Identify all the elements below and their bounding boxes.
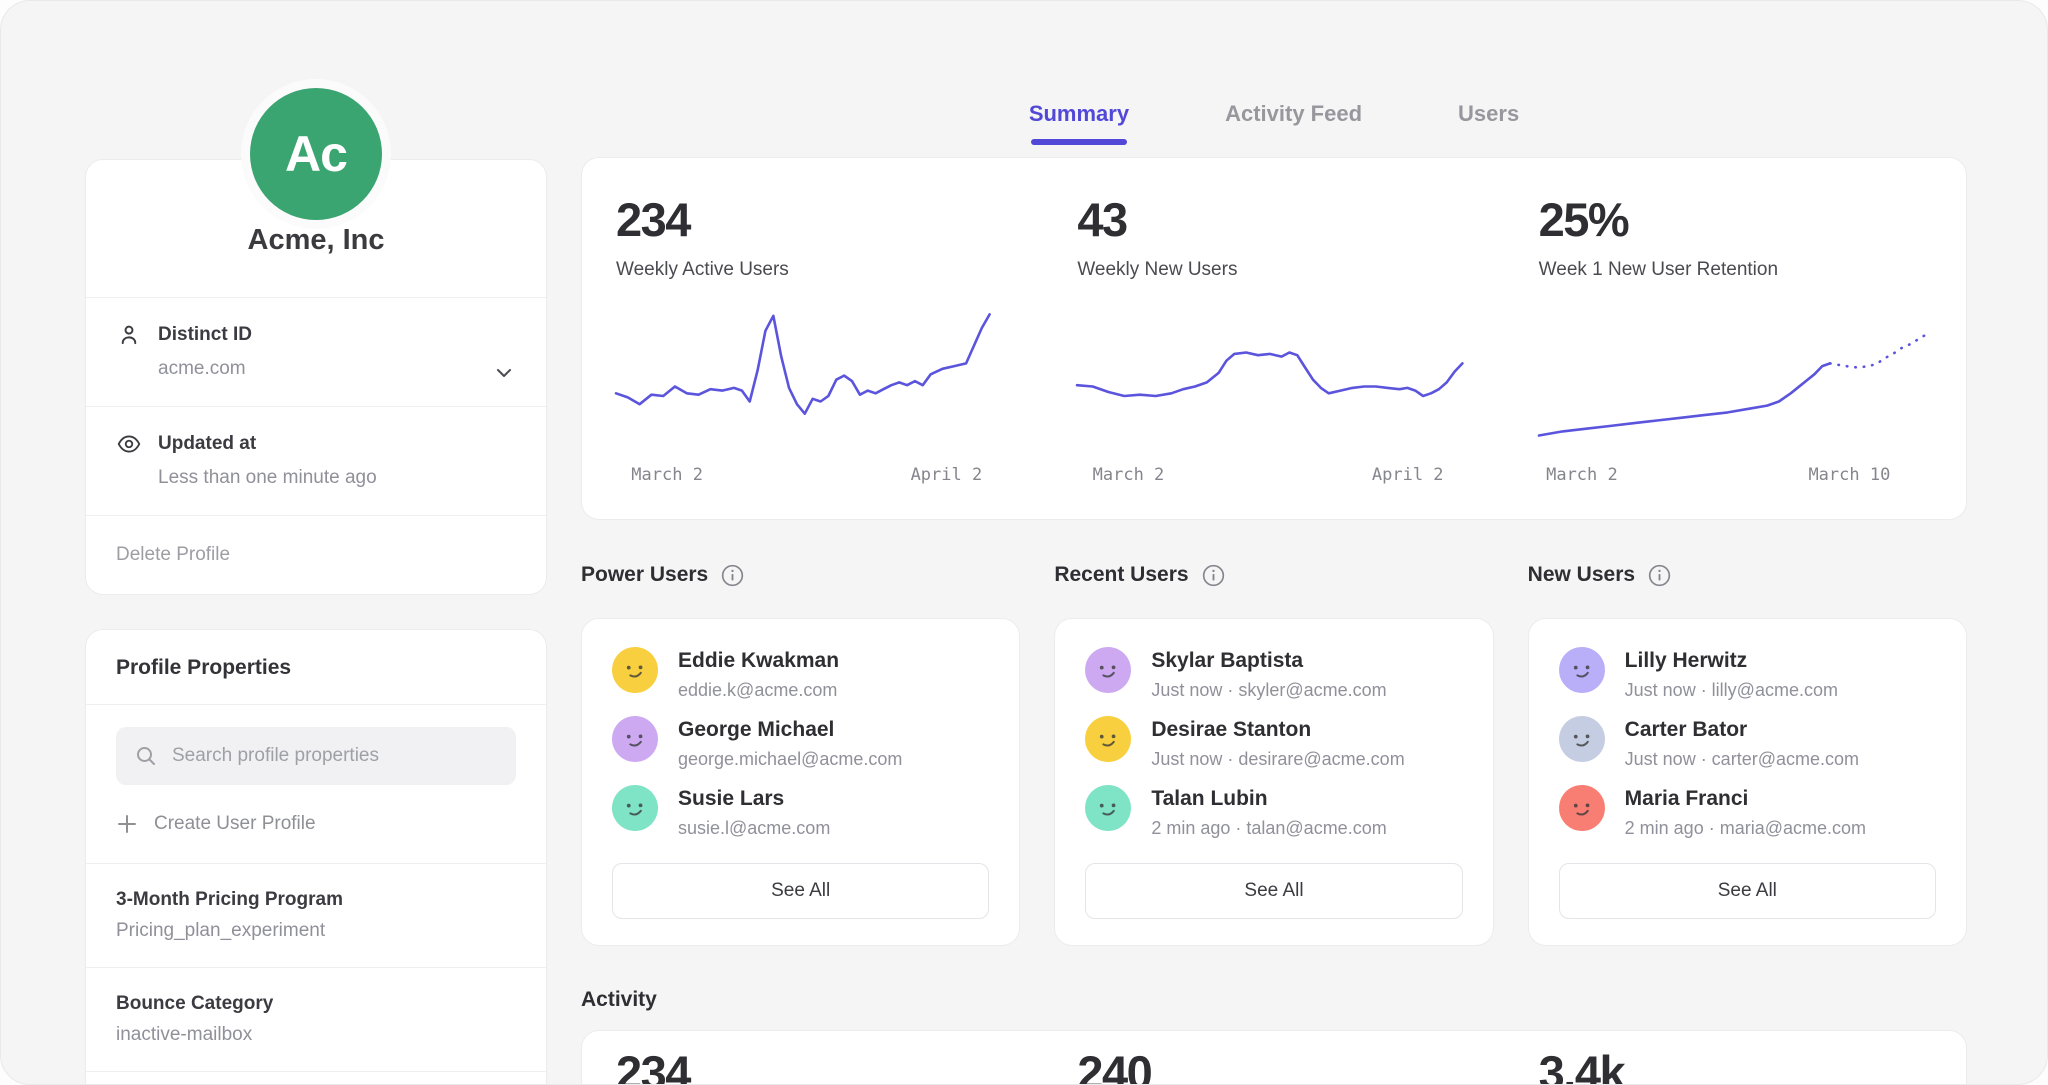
sparkline-chart xyxy=(1539,309,1932,445)
stat-week-1-new-user-retention: 25% Week 1 New User Retention March 2Mar… xyxy=(1505,196,1966,491)
identity-row-updated-at: Updated at Less than one minute ago xyxy=(86,406,546,515)
activity-stat-value: 240 xyxy=(1077,1049,1470,1085)
info-icon[interactable] xyxy=(721,564,744,587)
info-icon[interactable] xyxy=(1648,564,1671,587)
tab-activity-feed[interactable]: Activity Feed xyxy=(1225,101,1362,145)
sparkline-chart xyxy=(1077,309,1470,445)
stat-value: 234 xyxy=(616,196,1009,243)
x-tick: March 10 xyxy=(1808,465,1890,485)
user-avatar xyxy=(609,713,661,765)
sparkline-chart xyxy=(616,309,1009,445)
info-icon[interactable] xyxy=(1202,564,1225,587)
company-avatar-initials: Ac xyxy=(250,88,382,220)
search-icon xyxy=(134,744,158,768)
eye-icon xyxy=(116,431,142,457)
chevron-down-icon[interactable] xyxy=(492,361,516,385)
profile-properties-card: Profile Properties Create User Profile 3… xyxy=(85,629,547,1085)
activity-card: 234 240 3.4k xyxy=(581,1030,1967,1085)
person-icon xyxy=(116,322,142,348)
activity-stat-column: 234 xyxy=(582,1049,1043,1085)
summary-stats-card: 234 Weekly Active Users March 2 April 2 4… xyxy=(581,157,1967,520)
user-row-carter-bator[interactable]: Carter Bator Just now · carter@acme.com xyxy=(1559,716,1936,770)
stat-weekly-new-users: 43 Weekly New Users March 2 April 2 xyxy=(1043,196,1504,491)
profile-properties-body: Create User Profile xyxy=(86,704,546,863)
user-avatar xyxy=(1556,782,1608,834)
stat-weekly-active-users: 234 Weekly Active Users March 2 April 2 xyxy=(582,196,1043,491)
user-row-skylar-baptista[interactable]: Skylar Baptista Just now · skyler@acme.c… xyxy=(1085,647,1462,701)
x-axis-ticks: March 2 April 2 xyxy=(1077,463,1470,491)
user-avatar xyxy=(1082,644,1134,696)
stat-value: 25% xyxy=(1539,196,1932,243)
user-avatar xyxy=(1082,782,1134,834)
x-axis-ticks: March 2 April 2 xyxy=(616,463,1009,491)
identity-row-distinct-id: Distinct ID acme.com xyxy=(86,297,546,406)
user-row-eddie-kwakman[interactable]: Eddie Kwakman eddie.k@acme.com xyxy=(612,647,989,701)
see-all-button[interactable]: See All xyxy=(1559,863,1936,919)
property-row-bounce-category[interactable]: Bounce Category inactive-mailbox xyxy=(86,967,546,1071)
stat-label: Week 1 New User Retention xyxy=(1539,259,1932,281)
tab-bar: Summary Activity Feed Users xyxy=(581,101,1967,145)
user-section-title: New Users xyxy=(1528,563,1635,587)
user-row-lilly-herwitz[interactable]: Lilly Herwitz Just now · lilly@acme.com xyxy=(1559,647,1936,701)
stat-value: 43 xyxy=(1077,196,1470,243)
see-all-button[interactable]: See All xyxy=(1085,863,1462,919)
x-tick: March 2 xyxy=(1093,465,1165,485)
user-section-title: Power Users xyxy=(581,563,708,587)
activity-title: Activity xyxy=(581,988,1967,1012)
app-frame: Ac Acme, Inc Distinct ID acme.com Update… xyxy=(0,0,2048,1085)
plus-icon xyxy=(116,813,138,835)
user-row-talan-lubin[interactable]: Talan Lubin 2 min ago · talan@acme.com xyxy=(1085,785,1462,839)
user-row-george-michael[interactable]: George Michael george.michael@acme.com xyxy=(612,716,989,770)
tab-users[interactable]: Users xyxy=(1458,101,1519,145)
stat-label: Weekly Active Users xyxy=(616,259,1009,281)
x-axis-ticks: March 2 March 10 xyxy=(1539,463,1932,491)
activity-stat-column: 240 xyxy=(1043,1049,1504,1085)
user-avatar xyxy=(1082,713,1134,765)
activity-stat-value: 234 xyxy=(616,1049,1009,1085)
stat-label: Weekly New Users xyxy=(1077,259,1470,281)
profile-sidebar: Ac Acme, Inc Distinct ID acme.com Update… xyxy=(85,79,547,1085)
x-tick: April 2 xyxy=(911,465,983,485)
search-profile-properties[interactable] xyxy=(116,727,516,785)
x-tick: March 2 xyxy=(1546,465,1618,485)
activity-stat-value: 3.4k xyxy=(1539,1049,1932,1085)
x-tick: April 2 xyxy=(1372,465,1444,485)
tab-summary[interactable]: Summary xyxy=(1029,101,1129,145)
user-section-new-users: New Users Lilly Herwitz Just now · lilly… xyxy=(1528,560,1967,946)
user-lists-row: Power Users Eddie Kwakman eddie.k@acme.c… xyxy=(581,560,1967,946)
company-avatar: Ac xyxy=(241,79,391,229)
user-avatar xyxy=(609,782,661,834)
user-row-maria-franci[interactable]: Maria Franci 2 min ago · maria@acme.com xyxy=(1559,785,1936,839)
user-row-susie-lars[interactable]: Susie Lars susie.l@acme.com xyxy=(612,785,989,839)
delete-profile-button[interactable]: Delete Profile xyxy=(86,515,546,594)
user-row-desirae-stanton[interactable]: Desirae Stanton Just now · desirare@acme… xyxy=(1085,716,1462,770)
create-user-profile-label: Create User Profile xyxy=(154,813,316,835)
create-user-profile-button[interactable]: Create User Profile xyxy=(116,813,516,835)
user-section-title: Recent Users xyxy=(1054,563,1188,587)
search-input[interactable] xyxy=(172,745,498,767)
user-avatar xyxy=(1556,713,1608,765)
user-section-power-users: Power Users Eddie Kwakman eddie.k@acme.c… xyxy=(581,560,1020,946)
user-avatar xyxy=(609,644,661,696)
see-all-button[interactable]: See All xyxy=(612,863,989,919)
user-avatar xyxy=(1556,644,1608,696)
profile-properties-title: Profile Properties xyxy=(86,630,546,704)
main-area: Summary Activity Feed Users 234 Weekly Act… xyxy=(581,1,1967,1085)
activity-stat-column: 3.4k xyxy=(1505,1049,1966,1085)
x-tick: March 2 xyxy=(631,465,703,485)
user-section-recent-users: Recent Users Skylar Baptista Just now · … xyxy=(1054,560,1493,946)
property-row-3-month-pricing-program[interactable]: 3-Month Pricing Program Pricing_plan_exp… xyxy=(86,863,546,967)
property-row-browser[interactable]: Browser Chrome xyxy=(86,1071,546,1085)
